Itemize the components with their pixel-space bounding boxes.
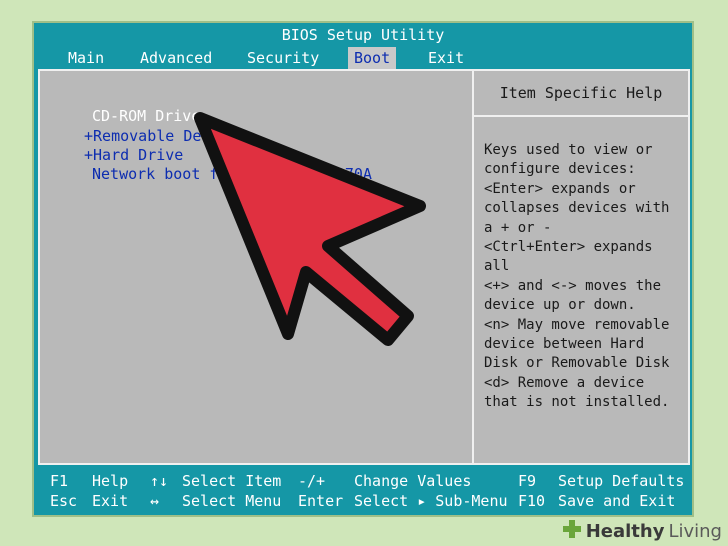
help-title: Item Specific Help: [474, 71, 688, 117]
help-text: Keys used to view or configure devices: …: [484, 142, 670, 411]
healthy-living-logo: Healthy Living: [562, 518, 722, 544]
help-pane: Item Specific Help Keys used to view or …: [472, 71, 688, 463]
boot-item-cdrom[interactable]: CD-ROM Drive: [92, 107, 200, 125]
window-title: BIOS Setup Utility: [281, 26, 445, 44]
logo-text-light: Living: [668, 520, 722, 542]
label-select-submenu: Select ▸ Sub-Menu: [354, 492, 508, 510]
key-f1: F1: [50, 472, 69, 490]
boot-item-hard-drive[interactable]: +Hard Drive: [84, 146, 183, 164]
boot-item-network[interactable]: Network boot from AMD Am79C970A: [92, 165, 372, 183]
title-bar: BIOS Setup Utility: [34, 23, 692, 47]
boot-item-removable[interactable]: +Removable Devices: [84, 127, 247, 145]
logo-text-bold: Healthy: [585, 520, 665, 542]
label-setup-defaults: Setup Defaults: [558, 472, 685, 490]
key-f9: F9: [518, 472, 537, 490]
label-save-exit: Save and Exit: [558, 492, 676, 510]
menu-security[interactable]: Security: [241, 47, 325, 69]
key-enter: Enter: [298, 492, 344, 510]
bios-window: BIOS Setup Utility Main Advanced Securit…: [32, 21, 694, 517]
label-change-values: Change Values: [354, 472, 472, 490]
label-exit: Exit: [92, 492, 129, 510]
menu-advanced[interactable]: Advanced: [134, 47, 218, 69]
label-select-item: Select Item: [182, 472, 282, 490]
label-help: Help: [92, 472, 129, 490]
status-bar: F1 Help ↑↓ Select Item -/+ Change Values…: [34, 467, 692, 515]
menu-bar: Main Advanced Security Boot Exit: [34, 47, 692, 69]
key-esc: Esc: [50, 492, 78, 510]
label-select-menu: Select Menu: [182, 492, 282, 510]
menu-main[interactable]: Main: [62, 47, 110, 69]
plus-icon: [562, 519, 582, 544]
arrows-leftright-icon: ↔: [150, 492, 160, 510]
key-f10: F10: [518, 492, 546, 510]
key-minus-plus: -/+: [298, 472, 326, 490]
menu-exit[interactable]: Exit: [422, 47, 470, 69]
arrows-updown-icon: ↑↓: [150, 472, 169, 490]
menu-boot[interactable]: Boot: [348, 47, 397, 69]
boot-list: CD-ROM Drive +Removable Devices +Hard Dr…: [40, 71, 472, 463]
main-panel: CD-ROM Drive +Removable Devices +Hard Dr…: [38, 69, 690, 465]
